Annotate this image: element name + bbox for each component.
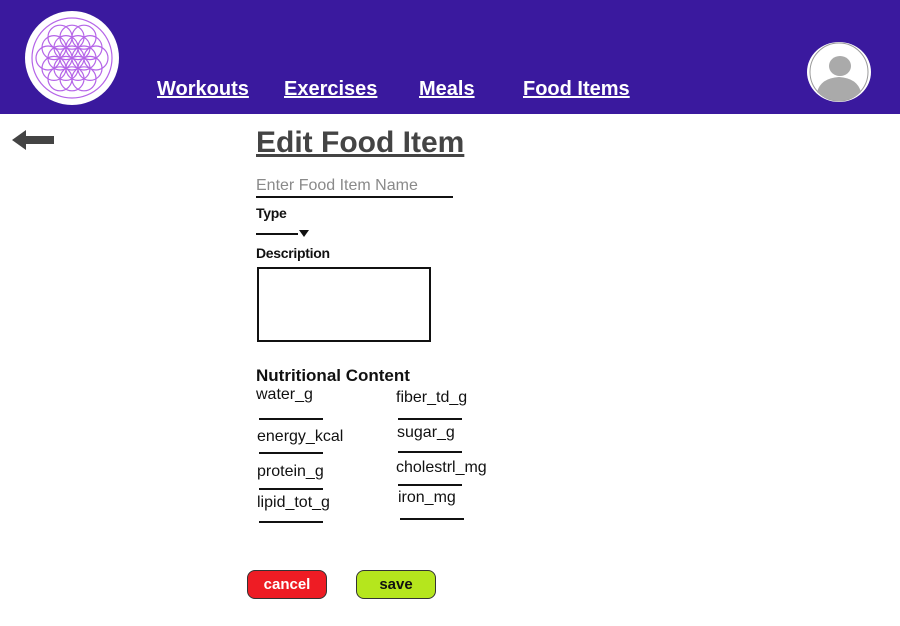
user-avatar-icon[interactable] bbox=[807, 42, 871, 102]
type-label: Type bbox=[256, 205, 287, 221]
nutrition-label-water: water_g bbox=[256, 386, 313, 403]
nutrition-input-iron[interactable] bbox=[400, 512, 464, 520]
flower-of-life-logo-icon[interactable] bbox=[24, 10, 120, 106]
nutrition-input-protein[interactable] bbox=[259, 482, 323, 490]
nutrition-label-fiber: fiber_td_g bbox=[396, 389, 468, 406]
nutrition-label-lipid: lipid_tot_g bbox=[257, 494, 330, 511]
cancel-button[interactable]: cancel bbox=[247, 570, 327, 599]
nutrition-label-cholesterol: cholestrl_mg bbox=[396, 459, 487, 476]
page-title: Edit Food Item bbox=[256, 126, 465, 159]
nutrition-input-sugar[interactable] bbox=[398, 445, 462, 453]
nav-link-workouts[interactable]: Workouts bbox=[157, 78, 249, 101]
nutrition-input-fiber[interactable] bbox=[398, 412, 462, 420]
nutrition-input-water[interactable] bbox=[259, 412, 323, 420]
nav-link-meals[interactable]: Meals bbox=[419, 78, 475, 101]
description-textarea[interactable] bbox=[257, 267, 431, 342]
food-item-name-input[interactable] bbox=[256, 176, 453, 198]
avatar-silhouette-icon bbox=[809, 42, 869, 102]
nutrition-input-lipid[interactable] bbox=[259, 515, 323, 523]
back-arrow-icon[interactable] bbox=[12, 128, 56, 152]
type-select-line bbox=[256, 233, 298, 235]
nutrition-label-sugar: sugar_g bbox=[397, 424, 455, 441]
nutrition-label-protein: protein_g bbox=[257, 463, 324, 480]
nutritional-content-title: Nutritional Content bbox=[256, 366, 410, 385]
type-select[interactable] bbox=[256, 226, 312, 240]
nutrition-label-energy: energy_kcal bbox=[257, 428, 344, 445]
save-button[interactable]: save bbox=[356, 570, 436, 599]
top-header: Workouts Exercises Meals Food Items bbox=[0, 0, 900, 114]
description-label: Description bbox=[256, 245, 330, 261]
nutrition-input-energy[interactable] bbox=[259, 446, 323, 454]
dropdown-triangle-icon bbox=[299, 230, 309, 237]
nutrition-label-iron: iron_mg bbox=[398, 489, 456, 506]
nav-link-food-items[interactable]: Food Items bbox=[523, 78, 630, 101]
nav-link-exercises[interactable]: Exercises bbox=[284, 78, 377, 101]
nutrition-input-cholesterol[interactable] bbox=[398, 478, 462, 486]
